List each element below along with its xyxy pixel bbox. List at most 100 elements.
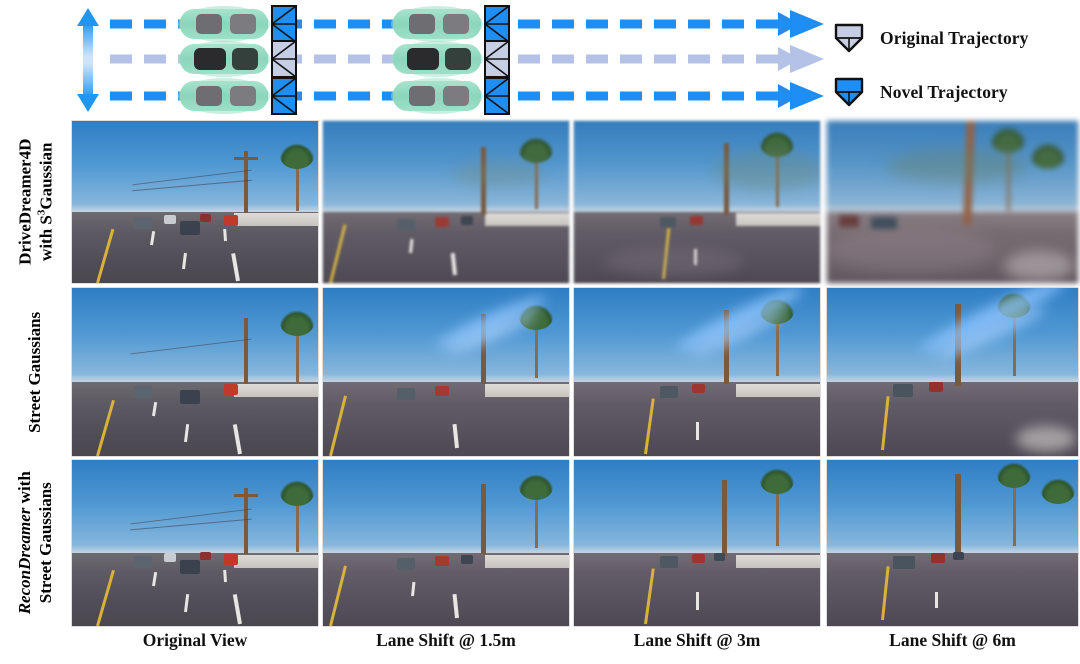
row-label-line-1: Street Gaussians — [25, 311, 45, 433]
panel-drivedreamer4d-lane-shift-1-5m[interactable] — [323, 121, 569, 283]
panel-drivedreamer4d-lane-shift-6m[interactable] — [827, 121, 1078, 283]
row-label-line-2: Street Gaussians — [36, 482, 55, 604]
roadside-wall — [485, 383, 569, 398]
roadside-wall — [485, 213, 569, 227]
vehicle — [435, 386, 449, 396]
vehicle — [397, 219, 415, 231]
column-label-lane-shift-3m: Lane Shift @ 3m — [633, 630, 761, 650]
trajectory-comparison-figure: Original Trajectory Novel Trajectory Dri… — [0, 0, 1080, 664]
novel-camera-frustum-top-1 — [271, 5, 297, 43]
vehicle — [180, 221, 200, 235]
palm-fronds — [280, 143, 314, 169]
vehicle — [714, 553, 725, 561]
palm-fronds — [519, 474, 553, 500]
vehicle — [180, 390, 200, 404]
panel-recondreamer-original-view[interactable] — [72, 460, 318, 626]
row-label-line-1: DriveDreamer4D — [15, 138, 35, 266]
row-label-line-2: with S3Gaussian — [35, 139, 57, 265]
vehicle — [224, 384, 238, 395]
novel-camera-frustum-bottom-1 — [271, 77, 297, 115]
roadside-wall — [485, 554, 569, 568]
ego-car-middle-2 — [391, 41, 483, 77]
vehicle — [839, 215, 859, 227]
panel-recondreamer-lane-shift-1-5m[interactable] — [323, 460, 569, 626]
lane-shift-range-arrow — [77, 8, 99, 112]
sky — [72, 121, 318, 215]
vehicle — [660, 217, 676, 228]
column-label-original-view: Original View — [142, 630, 248, 650]
panel-drivedreamer4d-lane-shift-3m[interactable] — [574, 121, 820, 283]
panel-street-gaussians-lane-shift-1-5m[interactable] — [323, 288, 569, 456]
palm-fronds — [519, 137, 553, 163]
vehicle — [692, 554, 705, 563]
legend: Original Trajectory Novel Trajectory — [832, 14, 1080, 110]
sky — [827, 460, 1078, 557]
palm-fronds — [280, 480, 314, 506]
roadside-wall — [234, 383, 318, 398]
original-camera-frustum-middle-2 — [484, 40, 510, 78]
vehicle — [692, 384, 705, 393]
vehicle — [929, 382, 943, 392]
vehicle — [134, 556, 152, 568]
vehicle — [660, 386, 678, 398]
vehicle — [931, 553, 945, 563]
camera-frustum-icon — [834, 23, 864, 53]
vehicle — [461, 555, 473, 564]
sky — [72, 460, 318, 557]
panel-street-gaussians-original-view[interactable] — [72, 288, 318, 456]
panel-street-gaussians-lane-shift-6m[interactable] — [827, 288, 1078, 456]
render-artifact — [827, 227, 997, 273]
row-label-street-gaussians: Street Gaussians — [0, 288, 72, 456]
vehicle — [660, 556, 678, 568]
panel-recondreamer-lane-shift-3m[interactable] — [574, 460, 820, 626]
vehicle — [134, 217, 152, 229]
ego-car-bottom-2 — [391, 78, 483, 114]
sky — [72, 288, 318, 386]
utility-pole — [722, 480, 727, 556]
vehicle — [164, 553, 176, 562]
vehicle — [871, 217, 897, 229]
panel-street-gaussians-lane-shift-3m[interactable] — [574, 288, 820, 456]
roadside-wall — [736, 213, 820, 227]
legend-label-novel-trajectory: Novel Trajectory — [880, 81, 1008, 102]
vehicle — [397, 388, 415, 400]
vehicle — [200, 214, 211, 222]
ego-car-top-1 — [178, 6, 270, 42]
palm-fronds — [760, 468, 794, 494]
palm-fronds — [997, 462, 1031, 488]
row-label-line-2-sup: 3 — [35, 209, 48, 216]
legend-item-original-trajectory: Original Trajectory — [832, 22, 1029, 54]
vehicle — [224, 554, 238, 565]
roadside-wall — [736, 383, 820, 398]
utility-pole-crossarm — [234, 494, 258, 497]
render-artifact — [1016, 426, 1076, 452]
palm-fronds — [1041, 478, 1075, 504]
road-surface — [827, 552, 1078, 626]
row-label-line-2-post: Gaussian — [36, 142, 55, 210]
roadside-wall — [736, 554, 820, 568]
vehicle — [134, 386, 152, 398]
panel-drivedreamer4d-original-view[interactable] — [72, 121, 318, 283]
utility-pole — [244, 488, 248, 554]
novel-camera-frustum-top-2 — [484, 5, 510, 43]
vehicle — [224, 215, 238, 226]
vehicle — [200, 552, 211, 560]
lane-marking — [696, 422, 699, 440]
row-label-line-1-post: with — [15, 471, 35, 508]
palm-fronds — [991, 127, 1025, 153]
original-camera-frustum-middle-1 — [271, 40, 297, 78]
ego-car-bottom-1 — [178, 78, 270, 114]
vehicle — [893, 556, 915, 569]
column-label-lane-shift-6m: Lane Shift @ 6m — [889, 630, 1016, 650]
lane-marking — [935, 592, 938, 608]
utility-pole — [244, 318, 248, 384]
vehicle — [435, 217, 449, 227]
novel-camera-frustum-bottom-2 — [484, 77, 510, 115]
panel-recondreamer-lane-shift-6m[interactable] — [827, 460, 1078, 626]
vehicle — [690, 216, 703, 225]
vehicle — [435, 556, 449, 566]
legend-item-novel-trajectory: Novel Trajectory — [832, 76, 1008, 108]
vehicle — [397, 558, 415, 570]
render-artifact — [887, 149, 1027, 183]
render-artifact — [604, 247, 744, 277]
